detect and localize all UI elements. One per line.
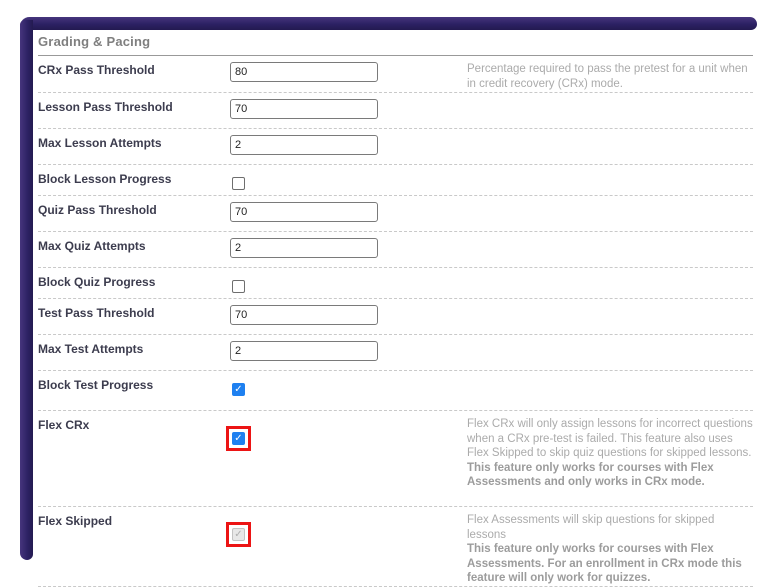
flex_skipped-checkbox-checked: ✓ [232,528,245,541]
help-text: Flex Assessments will skip questions for… [467,514,715,541]
setting-row-test_pass_threshold: Test Pass Threshold [38,299,753,335]
setting-row-crx_pass_threshold: CRx Pass Threshold Percentage required to… [38,56,753,93]
setting-control [230,99,467,119]
setting-control [230,274,467,298]
setting-row-block_lesson_progress: Block Lesson Progress [38,165,753,196]
setting-label-max_quiz_attempts: Max Quiz Attempts [38,239,146,253]
setting-row-max_quiz_attempts: Max Quiz Attempts [38,232,753,268]
test_pass_threshold-input[interactable] [230,305,378,325]
settings-rows: CRx Pass Threshold Percentage required to… [38,56,753,587]
setting-label-block_quiz_progress: Block Quiz Progress [38,275,156,289]
setting-row-max_test_attempts: Max Test Attempts [38,335,753,371]
setting-control [230,171,467,195]
flex_crx-highlight-box: ✓ [226,426,251,451]
setting-control [230,62,467,82]
setting-label-max_test_attempts: Max Test Attempts [38,342,144,356]
setting-control: ✓ [230,377,467,401]
setting-control [230,305,467,325]
setting-control: ✓ [226,513,467,547]
help-text: Flex CRx will only assign lessons for in… [467,418,753,459]
setting-control [230,238,467,258]
max_lesson_attempts-input[interactable] [230,135,378,155]
setting-label-lesson_pass_threshold: Lesson Pass Threshold [38,100,173,114]
setting-label-flex_skipped: Flex Skipped [38,514,113,528]
help-text: This feature only works for courses with… [467,461,714,489]
setting-row-flex_crx: Flex CRx ✓ Flex CRx will only assign lesso… [38,411,753,507]
crx_pass_threshold-input[interactable] [230,62,378,82]
setting-help-crx_pass_threshold: Percentage required to pass the pretest … [467,62,753,91]
max_quiz_attempts-input[interactable] [230,238,378,258]
max_test_attempts-input[interactable] [230,341,378,361]
setting-label-block_lesson_progress: Block Lesson Progress [38,172,172,186]
flex_skipped-highlight-box: ✓ [226,522,251,547]
help-text: Percentage required to pass the pretest … [467,63,748,90]
panel-frame-left [20,20,33,560]
setting-row-max_lesson_attempts: Max Lesson Attempts [38,129,753,165]
setting-control: ✓ [226,417,467,451]
setting-label-block_test_progress: Block Test Progress [38,378,154,392]
setting-label-test_pass_threshold: Test Pass Threshold [38,306,155,320]
setting-label-crx_pass_threshold: CRx Pass Threshold [38,63,155,77]
setting-help-flex_skipped: Flex Assessments will skip questions for… [467,513,753,586]
lesson_pass_threshold-input[interactable] [230,99,378,119]
setting-label-quiz_pass_threshold: Quiz Pass Threshold [38,203,157,217]
setting-control [230,135,467,155]
setting-control [230,341,467,361]
block_lesson_progress-checkbox[interactable] [232,177,245,190]
flex_crx-checkbox-checked[interactable]: ✓ [232,432,245,445]
page-title: Grading & Pacing [38,34,151,49]
block_quiz_progress-checkbox[interactable] [232,280,245,293]
block_test_progress-checkbox-checked[interactable]: ✓ [232,383,245,396]
setting-row-flex_skipped: Flex Skipped ✓ Flex Assessments will skip … [38,507,753,587]
quiz_pass_threshold-input[interactable] [230,202,378,222]
help-text: This feature only works for courses with… [467,543,742,584]
setting-label-max_lesson_attempts: Max Lesson Attempts [38,136,162,150]
setting-control [230,202,467,222]
setting-help-flex_crx: Flex CRx will only assign lessons for in… [467,417,753,490]
setting-row-block_quiz_progress: Block Quiz Progress [38,268,753,299]
setting-row-lesson_pass_threshold: Lesson Pass Threshold [38,93,753,129]
grading-pacing-panel: Grading & Pacing CRx Pass Threshold Perce… [33,29,757,587]
setting-label-flex_crx: Flex CRx [38,418,90,432]
setting-row-block_test_progress: Block Test Progress ✓ [38,371,753,411]
setting-row-quiz_pass_threshold: Quiz Pass Threshold [38,196,753,232]
